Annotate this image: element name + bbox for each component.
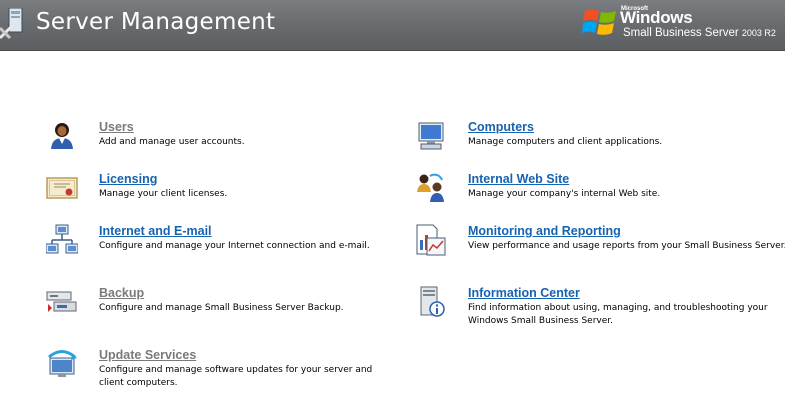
computers-description: Manage computers and client applications… (468, 137, 663, 147)
licensing-link[interactable]: Licensing (99, 172, 157, 186)
update-services-description: Configure and manage software updates fo… (99, 365, 373, 388)
monitoring-reporting-description: View performance and usage reports from … (468, 241, 785, 251)
internal-web-site-description: Manage your company's internal Web site. (468, 189, 661, 199)
backup-link[interactable]: Backup (99, 286, 144, 300)
information-center-description: Find information about using, managing, … (468, 303, 768, 326)
internet-email-description: Configure and manage your Internet conne… (99, 241, 370, 251)
users-description: Add and manage user accounts. (99, 137, 245, 147)
monitoring-reporting-link[interactable]: Monitoring and Reporting (468, 224, 621, 238)
computers-link[interactable]: Computers (468, 120, 534, 134)
internal-web-site-link[interactable]: Internal Web Site (468, 172, 569, 186)
update-icon (48, 350, 77, 377)
network-icon (46, 224, 78, 254)
windows-sbs-logo: Microsoft Windows Small Business Server … (580, 3, 785, 47)
users-link[interactable]: Users (99, 120, 134, 134)
internet-email-link[interactable]: Internet and E-mail (99, 224, 212, 238)
user-icon (51, 123, 73, 149)
header-bar: Server Management Microsoft Windows Smal… (0, 0, 785, 51)
licensing-description: Manage your client licenses. (99, 189, 228, 199)
server-tools-icon (0, 8, 23, 40)
backup-icon (46, 291, 77, 312)
certificate-icon (46, 177, 78, 199)
update-services-link[interactable]: Update Services (99, 348, 196, 362)
information-center-link[interactable]: Information Center (468, 286, 580, 300)
windows-flag-icon (582, 9, 616, 35)
web-site-icon (417, 173, 444, 202)
backup-description: Configure and manage Small Business Serv… (99, 303, 344, 313)
computer-icon (418, 122, 444, 150)
report-icon (416, 224, 446, 256)
page-title: Server Management (36, 9, 276, 35)
information-icon (420, 286, 445, 317)
